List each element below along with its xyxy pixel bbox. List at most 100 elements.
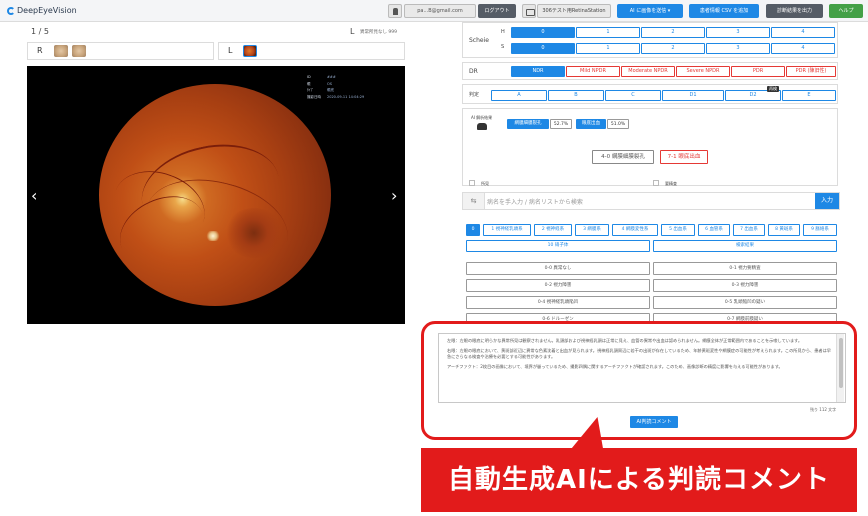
- tab-category-0[interactable]: 0: [466, 224, 480, 236]
- ai-finding-1-value: 52.7%: [550, 119, 572, 129]
- image-counter: 1 / 5: [31, 27, 49, 36]
- judge-label: 判定: [469, 92, 480, 98]
- tab-category-9[interactable]: 9 脈絡系: [803, 224, 837, 236]
- judge-d1[interactable]: D1: [662, 90, 724, 101]
- thumbnail[interactable]: [72, 45, 86, 57]
- judge-c[interactable]: C: [605, 90, 661, 101]
- tab-category-1[interactable]: 1 視神経乳頭系: [483, 224, 531, 236]
- ai-comment-button[interactable]: AI判読コメント: [630, 416, 678, 428]
- scheie-h-label: H: [501, 29, 505, 35]
- eye-side-label: L: [350, 27, 355, 36]
- option-0-2[interactable]: 0-2 視力障害: [466, 279, 650, 292]
- scheie-s-2[interactable]: 2: [641, 43, 705, 54]
- ai-comment-textarea[interactable]: 左眼：左眼の眼底に明らかな異常所見は観察されません。乳頭部および視神経乳頭は正常…: [438, 333, 846, 403]
- option-0-0[interactable]: 0-0 異常なし: [466, 262, 650, 275]
- app-logo[interactable]: DeepEyeVision: [7, 6, 77, 15]
- scheie-grid: Scheie H S 0 1 2 3 4 0 1 2 3 4: [462, 22, 838, 58]
- tab-category-8[interactable]: 8 黄斑系: [768, 224, 800, 236]
- thumbnail[interactable]: [54, 45, 68, 57]
- scheie-label: Scheie: [469, 37, 489, 44]
- ai-finding-1: 網膜細膜裂孔: [507, 119, 549, 129]
- logo-icon: [7, 6, 15, 15]
- thumbnail-selected[interactable]: [243, 45, 257, 57]
- tab-search-results[interactable]: 検索結果: [653, 240, 837, 252]
- finding-sub-label: 所見: [481, 181, 489, 186]
- ai-request-button[interactable]: AI に画像を送信 ▾: [617, 4, 683, 18]
- meta-row: 撮影日時 2020-09-11 14:04:29: [307, 94, 365, 99]
- scheie-h-4[interactable]: 4: [771, 27, 835, 38]
- comment-scrollbar[interactable]: [836, 334, 844, 402]
- scheie-s-label: S: [501, 44, 505, 50]
- download-results-button[interactable]: 診断結果を出力: [766, 4, 823, 18]
- feature-banner: 自動生成AIによる判読コメント: [421, 448, 857, 512]
- right-eye-thumbnails: R: [27, 42, 214, 60]
- retest-tag: 再検: [767, 86, 779, 92]
- ai-comment-highlight: 左眼：左眼の眼底に明らかな異常所見は観察されません。乳頭部および視神経乳頭は正常…: [421, 321, 857, 440]
- judge-e[interactable]: E: [782, 90, 836, 101]
- ai-finding-2-value: 51.0%: [607, 119, 629, 129]
- top-bar: DeepEyeVision pa...B@gmail.com ログアウト 306…: [0, 0, 868, 22]
- next-image-arrow[interactable]: ›: [391, 186, 397, 205]
- scheie-h-2[interactable]: 2: [641, 27, 705, 38]
- left-eye-thumbnails: L: [218, 42, 405, 60]
- suggest-diagnosis-1[interactable]: 4-0 網膜細膜裂孔: [592, 150, 654, 164]
- judge-a[interactable]: A: [491, 90, 547, 101]
- dr-mild-npdr[interactable]: Mild NPDR: [566, 66, 620, 77]
- scheie-h-3[interactable]: 3: [706, 27, 770, 38]
- station-name[interactable]: 306テスト用RetinaStation: [537, 4, 611, 18]
- comment-paragraph: アーチファクト：2枚目の画像において、境界が曇っているため、撮影四隅に関するアー…: [447, 364, 783, 369]
- prev-image-arrow[interactable]: ‹: [31, 186, 37, 205]
- option-0-5[interactable]: 0-5 乳頭陥凹の疑い: [653, 296, 837, 309]
- suggest-diagnosis-2[interactable]: 7-1 眼底出血: [660, 150, 708, 164]
- dr-pdr[interactable]: PDR: [731, 66, 785, 77]
- robot-icon: [477, 123, 487, 130]
- review-checkbox[interactable]: [653, 180, 659, 186]
- option-0-1[interactable]: 0-1 視力要精査: [653, 262, 837, 275]
- image-metadata: ID ### 眼 OS ﾀｲﾌﾟ 眼底 撮影日時 2020-09-11 14:04:29: [307, 74, 364, 100]
- tab-category-2[interactable]: 2 視神経系: [534, 224, 572, 236]
- diagnosis-submit-button[interactable]: 入力: [815, 193, 839, 209]
- comment-paragraph: 右眼：左眼の眼底において、黄斑部近辺に異常な色素沈着と出血が見られます。視神経乳…: [447, 348, 831, 359]
- comment-paragraph: 左眼：左眼の眼底に明らかな異常所見は観察されません。乳頭部および視神経乳頭は正常…: [447, 338, 803, 343]
- right-eye-label: R: [37, 46, 43, 55]
- scheie-h-1[interactable]: 1: [576, 27, 640, 38]
- remaining-char-count: 残り 112 文字: [810, 407, 837, 412]
- ai-analysis-label: AI 解析結果: [471, 115, 493, 120]
- scheie-h-0[interactable]: 0: [511, 27, 575, 38]
- help-button[interactable]: ヘルプ: [829, 4, 863, 18]
- tab-category-3[interactable]: 3 網膜系: [575, 224, 609, 236]
- patient-csv-button[interactable]: 患者情報 CSV を追加: [689, 4, 759, 18]
- dr-ndr[interactable]: NDR: [511, 66, 565, 77]
- dr-moderate-npdr[interactable]: Moderate NPDR: [621, 66, 675, 77]
- swap-icon[interactable]: ⇆: [463, 193, 485, 209]
- fundus-viewer[interactable]: ID ### 眼 OS ﾀｲﾌﾟ 眼底 撮影日時 2020-09-11 14:04:29…: [27, 66, 405, 324]
- finding-checkbox[interactable]: [469, 180, 475, 186]
- option-0-3[interactable]: 0-3 視力障害: [653, 279, 837, 292]
- dr-pdr-old[interactable]: PDR (陳旧性): [786, 66, 836, 77]
- scheie-s-0[interactable]: 0: [511, 43, 575, 54]
- tab-category-5[interactable]: 5 出血系: [661, 224, 695, 236]
- diagnosis-search-input[interactable]: 病名を手入力 / 病名リストから検索: [487, 197, 583, 206]
- scheie-s-1[interactable]: 1: [576, 43, 640, 54]
- grading-pane: Scheie H S 0 1 2 3 4 0 1 2 3 4 DR NDR Mi…: [462, 22, 842, 326]
- user-email: pa...B@gmail.com: [404, 4, 476, 18]
- user-icon: [388, 4, 402, 18]
- folder-icon: [522, 4, 536, 18]
- dr-grid: DR NDR Mild NPDR Moderate NPDR Severe NP…: [462, 62, 838, 80]
- logout-button[interactable]: ログアウト: [478, 4, 516, 18]
- judge-b[interactable]: B: [548, 90, 604, 101]
- option-0-4[interactable]: 0-4 視神経乳頭陥凹: [466, 296, 650, 309]
- no-issue-label[interactable]: 異常所見なし 999: [360, 29, 397, 35]
- judge-grid: 判定 A B C D1 D2 再検 E: [462, 84, 838, 104]
- tab-category-4[interactable]: 4 網膜変性系: [612, 224, 658, 236]
- tab-category-6[interactable]: 6 血管系: [698, 224, 730, 236]
- ai-finding-2: 眼底出血: [576, 119, 606, 129]
- scheie-s-4[interactable]: 4: [771, 43, 835, 54]
- fundus-image: [99, 84, 331, 306]
- left-eye-label: L: [228, 46, 233, 55]
- diagnosis-search: ⇆ 病名を手入力 / 病名リストから検索 入力: [462, 192, 840, 210]
- tab-category-7[interactable]: 7 出血系: [733, 224, 765, 236]
- scheie-s-3[interactable]: 3: [706, 43, 770, 54]
- dr-severe-npdr[interactable]: Severe NPDR: [676, 66, 730, 77]
- tab-vitreous[interactable]: 10 硝子体: [466, 240, 650, 252]
